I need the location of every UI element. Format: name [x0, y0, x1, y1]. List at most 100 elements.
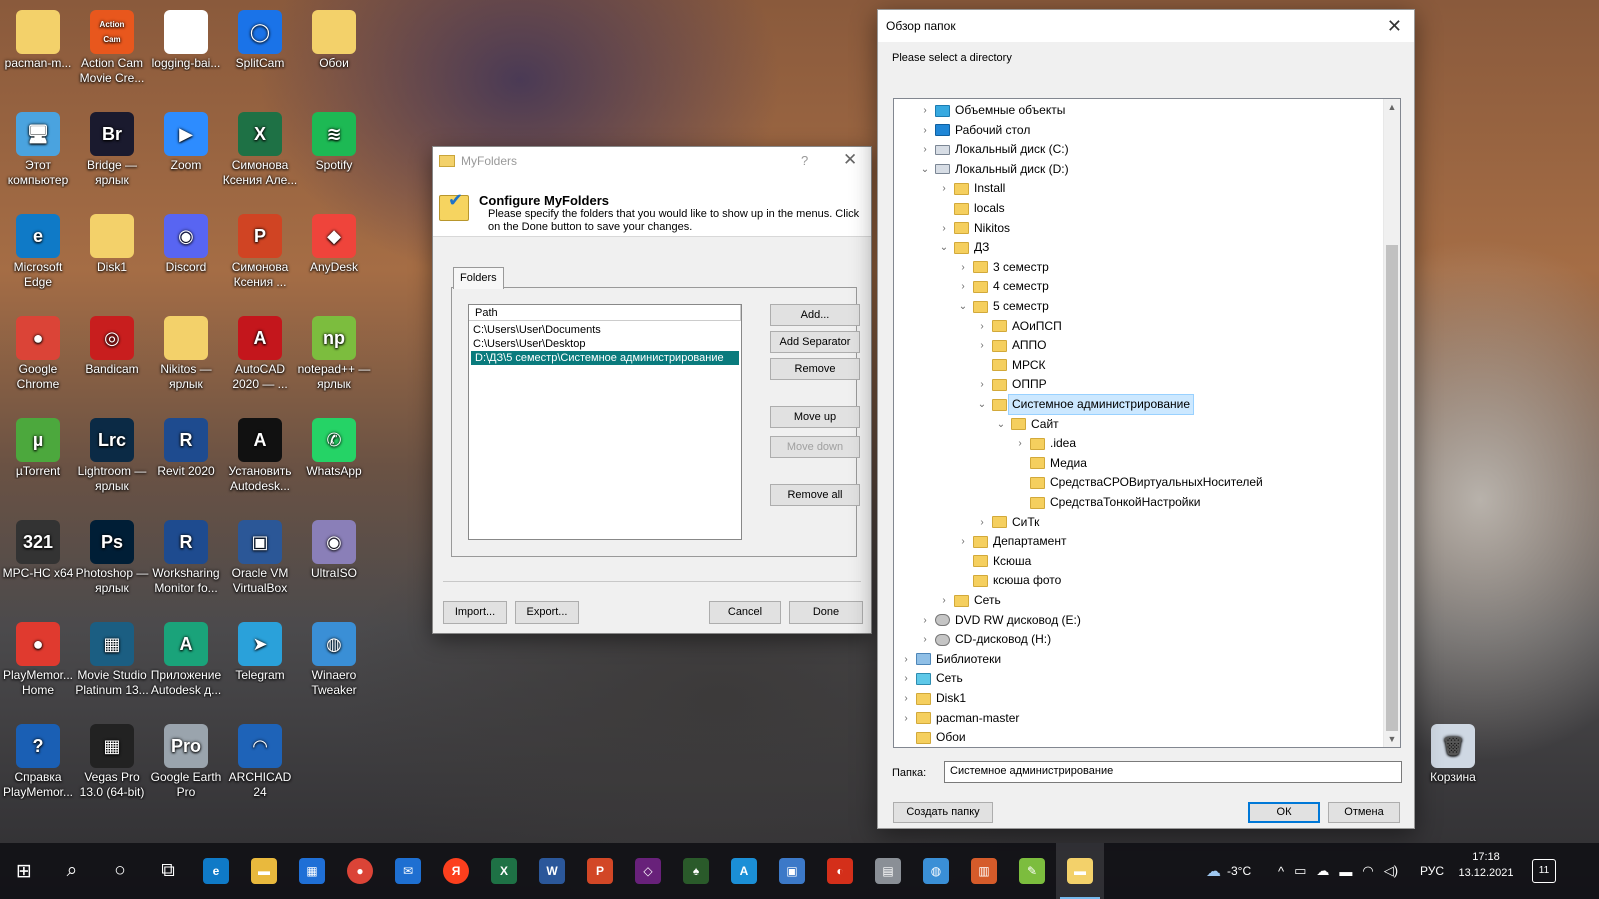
myfolders-titlebar[interactable]: MyFolders ? ✕	[433, 147, 871, 175]
desktop-icon[interactable]: ◆ AnyDesk	[296, 210, 372, 275]
desktop-icon[interactable]: ✆ WhatsApp	[296, 414, 372, 479]
chevron-right-icon[interactable]: ›	[919, 101, 931, 120]
scrollbar-thumb[interactable]	[1386, 245, 1398, 731]
scroll-up-icon[interactable]: ▲	[1384, 99, 1400, 115]
move-up-button[interactable]: Move up	[770, 406, 860, 428]
tree-item[interactable]: › DVD RW дисковод (E:)	[919, 611, 1081, 630]
app-d-icon[interactable]: ▤	[864, 843, 912, 899]
desktop-icon[interactable]: ◯ SplitCam	[222, 6, 298, 71]
scroll-down-icon[interactable]: ▼	[1384, 731, 1400, 747]
add-separator-button[interactable]: Add Separator	[770, 331, 860, 353]
import-button[interactable]: Import...	[443, 601, 507, 624]
notifications-icon[interactable]: 11	[1532, 859, 1556, 883]
tree-item[interactable]: › Рабочий стол	[919, 121, 1030, 140]
folder-name-field[interactable]: Системное администрирование	[944, 761, 1402, 783]
tree-item-selected[interactable]: ⌄ Системное администрирование	[976, 394, 1195, 415]
tree-item[interactable]: › Сеть	[938, 591, 1000, 610]
desktop-icon[interactable]: R Worksharing Monitor fo...	[148, 516, 224, 596]
tree-item[interactable]: Медиа	[1014, 454, 1087, 473]
chevron-right-icon[interactable]: ›	[1014, 434, 1026, 453]
tree-item[interactable]: › ОППР	[976, 375, 1046, 394]
desktop-icon[interactable]: Pro Google Earth Pro	[148, 720, 224, 800]
start-button[interactable]: ⊞	[0, 843, 48, 899]
chevron-right-icon[interactable]: ›	[976, 336, 988, 355]
app-c-icon[interactable]: ◐	[816, 843, 864, 899]
folders-list[interactable]: Path C:\Users\User\Documents C:\Users\Us…	[468, 304, 742, 540]
chevron-right-icon[interactable]: ›	[919, 140, 931, 159]
desktop-icon[interactable]: ◉ Discord	[148, 210, 224, 275]
tree-item[interactable]: › Департамент	[957, 532, 1066, 551]
desktop-icon[interactable]: logging-bai...	[148, 6, 224, 71]
desktop-icon[interactable]: ◠ ARCHICAD 24	[222, 720, 298, 800]
desktop-icon[interactable]: Nikitos — ярлык	[148, 312, 224, 392]
onedrive-icon[interactable]: ☁	[1316, 863, 1329, 879]
desktop-icon[interactable]: ● Google Chrome	[0, 312, 76, 392]
help-icon[interactable]: ?	[801, 153, 808, 168]
desktop-icon[interactable]: pacman-m...	[0, 6, 76, 71]
desktop-icon[interactable]: A Установить Autodesk...	[222, 414, 298, 494]
battery-icon[interactable]: ▬	[1339, 864, 1352, 879]
desktop-icon[interactable]: ≋ Spotify	[296, 108, 372, 173]
done-button[interactable]: Done	[789, 601, 863, 624]
tree-item[interactable]: ⌄ ДЗ	[938, 238, 990, 257]
desktop-icon[interactable]: ● PlayMemor... Home	[0, 618, 76, 698]
move-down-button[interactable]: Move down	[770, 436, 860, 458]
folder-app-icon[interactable]: ▬	[1056, 843, 1104, 899]
chevron-right-icon[interactable]: ›	[957, 532, 969, 551]
chevron-down-icon[interactable]: ⌄	[995, 415, 1007, 434]
remove-all-button[interactable]: Remove all	[770, 484, 860, 506]
list-item[interactable]: C:\Users\User\Desktop	[469, 337, 741, 351]
tree-item[interactable]: › АППО	[976, 336, 1046, 355]
tree-item[interactable]: › pacman-master	[900, 709, 1019, 728]
chevron-right-icon[interactable]: ›	[976, 375, 988, 394]
desktop-icon[interactable]: Disk1	[74, 210, 150, 275]
tree-item[interactable]: › Disk1	[900, 689, 966, 708]
column-header-path[interactable]: Path	[469, 305, 741, 321]
visual-studio-icon[interactable]: ◇	[624, 843, 672, 899]
desktop-icon[interactable]: np notepad++ — ярлык	[296, 312, 372, 392]
tree-item[interactable]: › 3 семестр	[957, 258, 1048, 277]
solitaire-icon[interactable]: ♠	[672, 843, 720, 899]
new-folder-button[interactable]: Создать папку	[893, 802, 993, 823]
desktop-icon[interactable]: ▦ Vegas Pro 13.0 (64-bit)	[74, 720, 150, 800]
folder-tree[interactable]: ▲ ▼ › Объемные объекты › Рабочий стол › Локал…	[893, 98, 1401, 748]
tree-item[interactable]: › Локальный диск (C:)	[919, 140, 1068, 159]
remove-button[interactable]: Remove	[770, 358, 860, 380]
tree-item[interactable]: › Nikitos	[938, 219, 1010, 238]
chevron-right-icon[interactable]: ›	[976, 317, 988, 336]
cancel-button[interactable]: Cancel	[709, 601, 781, 624]
chevron-right-icon[interactable]: ›	[919, 121, 931, 140]
yandex-icon[interactable]: Я	[432, 843, 480, 899]
browse-titlebar[interactable]: Обзор папок ✕	[878, 10, 1414, 42]
desktop-icon[interactable]: ◎ Bandicam	[74, 312, 150, 377]
chevron-right-icon[interactable]: ›	[900, 689, 912, 708]
tree-item[interactable]: locals	[938, 199, 1005, 218]
export-button[interactable]: Export...	[515, 601, 579, 624]
mail-icon[interactable]: ✉	[384, 843, 432, 899]
tree-item[interactable]: › CD-дисковод (H:)	[919, 630, 1051, 649]
desktop-icon[interactable]: ▣ Oracle VM VirtualBox	[222, 516, 298, 596]
cancel-button[interactable]: Отмена	[1328, 802, 1400, 823]
chevron-down-icon[interactable]: ⌄	[976, 395, 988, 414]
app-a-icon[interactable]: A	[720, 843, 768, 899]
desktop-icon[interactable]: e Microsoft Edge	[0, 210, 76, 290]
desktop-icon[interactable]: R Revit 2020	[148, 414, 224, 479]
clock[interactable]: 17:18 13.12.2021	[1450, 849, 1522, 881]
tree-item[interactable]: › АОиПСП	[976, 317, 1061, 336]
tree-item[interactable]: Ксюша	[957, 552, 1031, 571]
chrome-icon[interactable]: ●	[336, 843, 384, 899]
app-b-icon[interactable]: ▣	[768, 843, 816, 899]
chevron-down-icon[interactable]: ⌄	[938, 238, 950, 257]
desktop-icon[interactable]: ▦ Movie Studio Platinum 13...	[74, 618, 150, 698]
tree-item[interactable]: › 4 семестр	[957, 277, 1048, 296]
tree-item[interactable]: ⌄ Локальный диск (D:)	[919, 160, 1069, 179]
app-f-icon[interactable]: ▥	[960, 843, 1008, 899]
desktop-icon[interactable]: Lrc Lightroom — ярлык	[74, 414, 150, 494]
desktop-icon[interactable]: ▶ Zoom	[148, 108, 224, 173]
desktop-icon[interactable]: Обои	[296, 6, 372, 71]
cortana-icon[interactable]: ○	[96, 843, 144, 899]
desktop-icon[interactable]: Ps Photoshop — ярлык	[74, 516, 150, 596]
chevron-right-icon[interactable]: ›	[938, 591, 950, 610]
chevron-right-icon[interactable]: ›	[900, 669, 912, 688]
vertical-scrollbar[interactable]: ▲ ▼	[1383, 99, 1400, 747]
